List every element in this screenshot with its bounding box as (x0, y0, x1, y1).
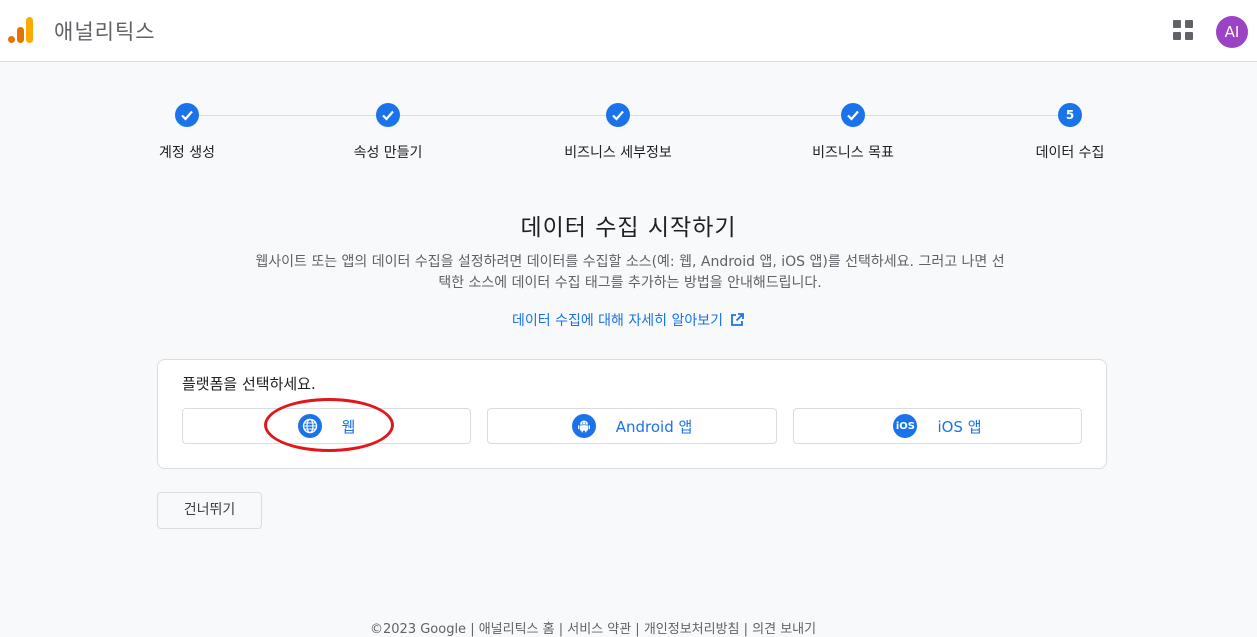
step-label-data-collection: 데이터 수집 (1035, 145, 1105, 161)
description-line-1: 웹사이트 또는 앱의 데이터 수집을 설정하려면 데이터를 수집할 소스(예: … (255, 254, 1005, 270)
step-2-check-icon (376, 103, 400, 127)
step-5-number: 5 (1058, 103, 1082, 127)
step-4-check-icon (841, 103, 865, 127)
step-label-create-property: 속성 만들기 (353, 145, 423, 161)
footer-links[interactable]: ©2023 Google | 애널리틱스 홈 | 서비스 약관 | 개인정보처리… (370, 618, 816, 637)
platform-selector-card: 플랫폼을 선택하세요. 웹 Android 앱 iOS iOS 앱 (157, 359, 1107, 469)
app-title[interactable]: 애널리틱스 (54, 16, 156, 46)
web-platform-button[interactable]: 웹 (182, 408, 471, 444)
skip-button[interactable]: 건너뛰기 (157, 492, 262, 529)
open-in-new-icon (731, 313, 744, 326)
page-description: 웹사이트 또는 앱의 데이터 수집을 설정하려면 데이터를 수집할 소스(예: … (230, 252, 1030, 294)
page-title: 데이터 수집 시작하기 (520, 215, 737, 241)
step-connector (630, 115, 841, 116)
ios-platform-button[interactable]: iOS iOS 앱 (793, 408, 1082, 444)
description-line-2: 택한 소스에 데이터 수집 태그를 추가하는 방법을 안내해드립니다. (438, 275, 822, 291)
web-platform-label: 웹 (341, 417, 356, 436)
android-platform-label: Android 앱 (615, 417, 693, 436)
avatar[interactable]: AI (1216, 16, 1248, 48)
step-connector (400, 115, 606, 116)
step-connector (865, 115, 1058, 116)
platform-prompt: 플랫폼을 선택하세요. (182, 375, 316, 393)
android-platform-button[interactable]: Android 앱 (487, 408, 777, 444)
step-1-check-icon (175, 103, 199, 127)
globe-icon (297, 414, 322, 438)
top-app-bar: 애널리틱스 AI (0, 0, 1257, 62)
android-icon (571, 414, 596, 438)
analytics-logo-icon[interactable] (8, 16, 34, 44)
step-label-business-details: 비즈니스 세부정보 (564, 145, 672, 161)
step-label-business-objectives: 비즈니스 목표 (812, 145, 894, 161)
step-3-check-icon (606, 103, 630, 127)
learn-more-text[interactable]: 데이터 수집에 대해 자세히 알아보기 (512, 313, 723, 329)
step-label-create-account: 계정 생성 (159, 145, 215, 161)
ios-platform-label: iOS 앱 (937, 417, 982, 436)
ios-icon: iOS (893, 414, 918, 438)
apps-grid-icon[interactable] (1172, 19, 1194, 41)
step-connector (199, 115, 376, 116)
learn-more-link[interactable]: 데이터 수집에 대해 자세히 알아보기 (0, 310, 1257, 330)
